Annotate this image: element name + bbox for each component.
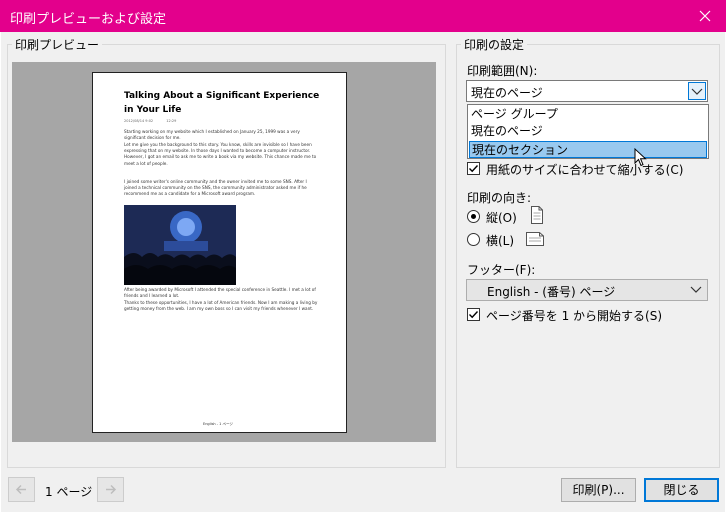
window-title: 印刷プレビューおよび設定 [10,12,167,27]
preview-page: Talking About a Significant Experience i… [92,72,347,433]
print-button[interactable]: 印刷(P)... [561,478,636,502]
footer-dropdown-button[interactable] [688,281,706,299]
page-paragraph-2: Let me give you the background to this s… [124,142,317,166]
print-range-dropdown-button[interactable] [688,82,706,100]
dropdown-item-page-group[interactable]: ページ グループ [469,106,707,123]
arrow-left-icon [15,484,26,495]
close-icon [699,10,711,22]
page-heading: Talking About a Significant Experience i… [124,91,320,115]
page-paragraph-1: Starting working on my website which I e… [124,129,300,141]
print-preview-group: 印刷プレビュー Talking About a Significant Expe… [7,36,446,468]
close-window-button[interactable] [690,2,720,30]
fit-to-paper-checkbox[interactable] [467,162,480,175]
print-range-value: 現在のページ [471,86,543,100]
print-preview-group-label: 印刷プレビュー [12,36,103,53]
page-number-start-label: ページ番号を 1 から開始する(S) [486,309,663,323]
portrait-page-icon [531,206,543,224]
footer-value: English - (番号) ページ [487,285,616,299]
arrow-right-icon [106,484,117,495]
fit-to-paper-label: 用紙のサイズに合わせて縮小する(C) [486,163,684,177]
page-paragraph-5: Thanks to these opportunities, I have a … [124,300,318,312]
landscape-radio[interactable] [467,233,480,246]
print-range-label: 印刷範囲(N): [467,64,538,78]
landscape-label: 横(L) [486,234,515,248]
page-paragraph-3: I joined some writer's online community … [124,179,307,197]
print-settings-group-label: 印刷の設定 [461,36,528,53]
chevron-down-icon [691,88,703,95]
page-number-start-checkbox[interactable] [467,308,480,321]
next-page-button[interactable] [97,477,124,502]
page-footer: English - 1 ページ [203,422,233,426]
dialog-body: 印刷プレビュー Talking About a Significant Expe… [1,32,725,512]
portrait-radio[interactable] [467,210,480,223]
page-meta: 2012/08/14 9:02 12:29 [124,119,188,123]
close-button[interactable]: 閉じる [644,478,719,502]
footer-label: フッター(F): [467,263,536,277]
landscape-page-icon [526,232,544,246]
dropdown-item-current-page[interactable]: 現在のページ [469,123,707,140]
page-time: 12:29 [166,119,177,123]
preview-canvas: Talking About a Significant Experience i… [12,62,436,442]
previous-page-button[interactable] [8,477,35,502]
page-paragraph-4: After being awarded by Microsoft I atten… [124,287,316,299]
orientation-label: 印刷の向き: [467,191,532,205]
checkmark-icon [469,311,479,319]
checkmark-icon [469,165,479,173]
chevron-down-icon [690,286,702,293]
title-bar: 印刷プレビューおよび設定 [0,0,726,32]
page-date: 2012/08/14 9:02 [124,119,154,123]
print-range-select[interactable]: 現在のページ [466,80,708,102]
conference-photo [124,205,236,285]
dropdown-item-current-section[interactable]: 現在のセクション [469,141,707,158]
portrait-label: 縦(O) [486,211,517,225]
print-range-dropdown-list: ページ グループ 現在のページ 現在のセクション [467,104,709,159]
footer-select[interactable]: English - (番号) ページ [466,279,708,301]
page-indicator: 1 ページ [45,485,93,499]
